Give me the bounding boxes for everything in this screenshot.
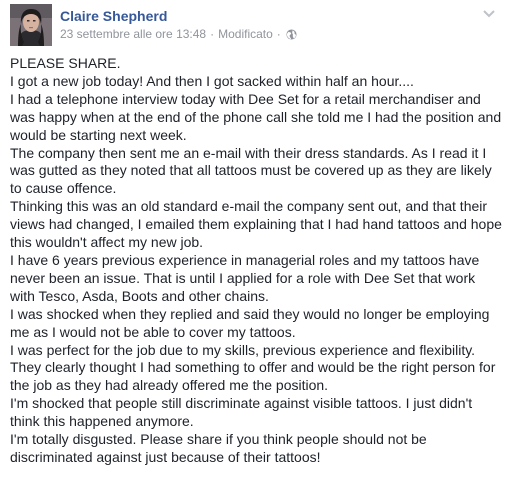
meta-separator-2: · bbox=[276, 27, 281, 41]
meta-separator: · bbox=[210, 27, 215, 41]
post-paragraph: I was shocked when they replied and said… bbox=[10, 305, 490, 340]
post-header: Claire Shepherd 23 settembre alle ore 13… bbox=[10, 4, 496, 46]
post-meta: 23 settembre alle ore 13:48 · Modificato… bbox=[60, 27, 297, 41]
post-paragraph: I was perfect for the job due to my skil… bbox=[10, 341, 496, 394]
edited-label[interactable]: Modificato bbox=[218, 27, 273, 41]
post-body: PLEASE SHARE. I got a new job today! And … bbox=[10, 55, 502, 467]
post-paragraph: PLEASE SHARE. bbox=[10, 55, 121, 71]
post-paragraph: The company then sent me an e-mail with … bbox=[10, 144, 492, 197]
chevron-down-icon[interactable] bbox=[482, 6, 496, 18]
post-paragraph: I'm shocked that people still discrimina… bbox=[10, 395, 473, 430]
post-paragraph: Thinking this was an old standard e-mail… bbox=[10, 198, 502, 251]
avatar-photo bbox=[10, 4, 52, 46]
post-paragraph: I got a new job today! And then I got sa… bbox=[10, 72, 414, 89]
post-paragraph: I had a telephone interview today with D… bbox=[10, 90, 502, 143]
avatar[interactable] bbox=[10, 4, 52, 46]
post-timestamp[interactable]: 23 settembre alle ore 13:48 bbox=[60, 27, 206, 41]
author-name[interactable]: Claire Shepherd bbox=[60, 8, 167, 24]
post-paragraph: I'm totally disgusted. Please share if y… bbox=[10, 431, 427, 465]
post-paragraph: I have 6 years previous experience in ma… bbox=[10, 251, 480, 304]
facebook-post: Claire Shepherd 23 settembre alle ore 13… bbox=[0, 0, 506, 502]
globe-icon[interactable] bbox=[286, 28, 297, 40]
